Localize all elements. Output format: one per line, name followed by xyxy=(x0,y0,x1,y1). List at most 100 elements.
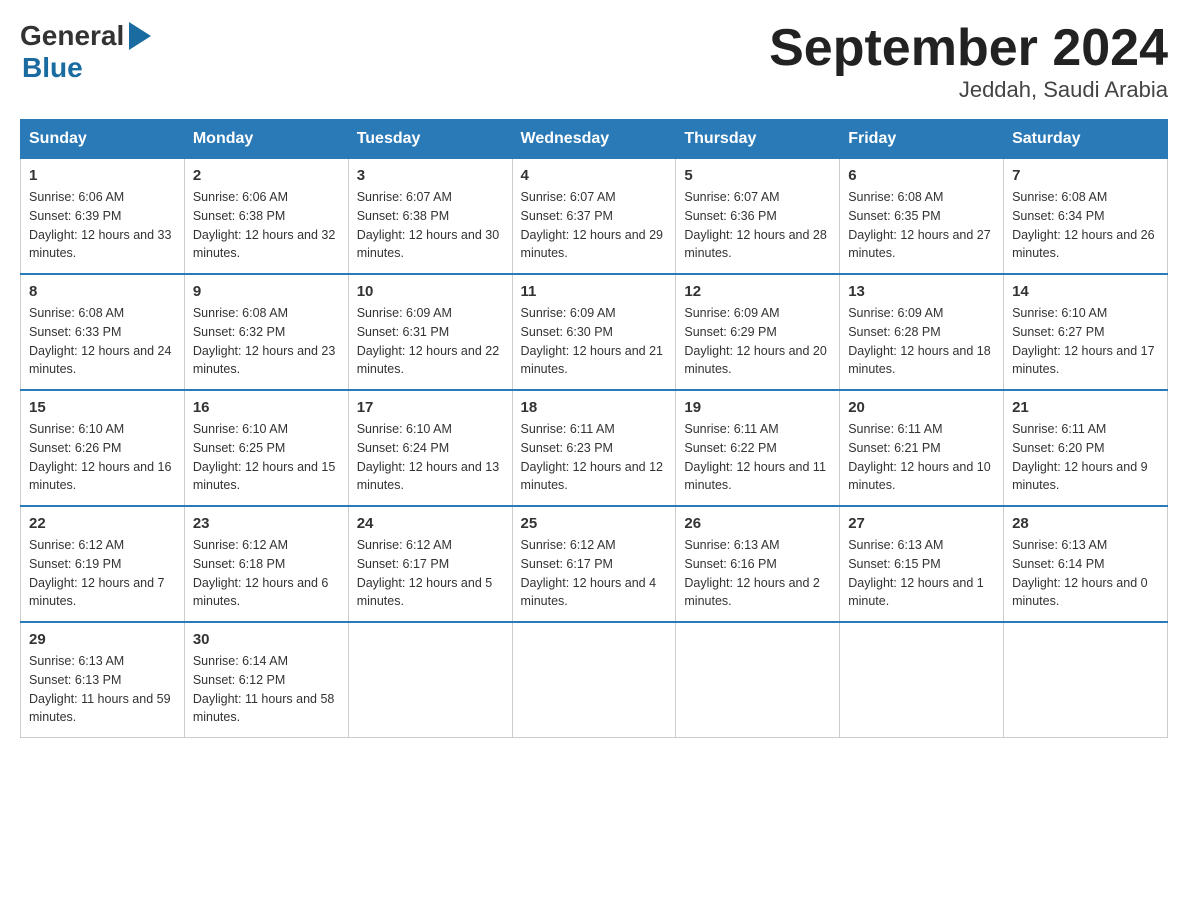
day-cell: 11 Sunrise: 6:09 AMSunset: 6:30 PMDayligh… xyxy=(512,274,676,390)
day-cell: 26 Sunrise: 6:13 AMSunset: 6:16 PMDayligh… xyxy=(676,506,840,622)
column-header-wednesday: Wednesday xyxy=(512,120,676,159)
column-header-thursday: Thursday xyxy=(676,120,840,159)
column-header-saturday: Saturday xyxy=(1004,120,1168,159)
day-info: Sunrise: 6:11 AMSunset: 6:22 PMDaylight:… xyxy=(684,420,831,495)
day-number: 28 xyxy=(1012,515,1159,532)
day-cell: 29 Sunrise: 6:13 AMSunset: 6:13 PMDayligh… xyxy=(21,622,185,738)
day-cell: 21 Sunrise: 6:11 AMSunset: 6:20 PMDayligh… xyxy=(1004,390,1168,506)
day-cell: 27 Sunrise: 6:13 AMSunset: 6:15 PMDayligh… xyxy=(840,506,1004,622)
day-cell xyxy=(512,622,676,738)
day-info: Sunrise: 6:12 AMSunset: 6:17 PMDaylight:… xyxy=(357,536,504,611)
day-cell: 12 Sunrise: 6:09 AMSunset: 6:29 PMDayligh… xyxy=(676,274,840,390)
column-header-friday: Friday xyxy=(840,120,1004,159)
day-number: 21 xyxy=(1012,399,1159,416)
day-number: 14 xyxy=(1012,283,1159,300)
day-info: Sunrise: 6:10 AMSunset: 6:26 PMDaylight:… xyxy=(29,420,176,495)
calendar-header: SundayMondayTuesdayWednesdayThursdayFrid… xyxy=(21,120,1168,159)
day-cell: 18Sunrise: 6:11 AMSunset: 6:23 PMDayligh… xyxy=(512,390,676,506)
day-info: Sunrise: 6:06 AMSunset: 6:38 PMDaylight:… xyxy=(193,188,340,263)
day-cell: 4 Sunrise: 6:07 AMSunset: 6:37 PMDaylight… xyxy=(512,159,676,275)
week-row-3: 15 Sunrise: 6:10 AMSunset: 6:26 PMDayligh… xyxy=(21,390,1168,506)
location: Jeddah, Saudi Arabia xyxy=(769,77,1168,103)
week-row-4: 22Sunrise: 6:12 AMSunset: 6:19 PMDayligh… xyxy=(21,506,1168,622)
day-cell: 13Sunrise: 6:09 AMSunset: 6:28 PMDayligh… xyxy=(840,274,1004,390)
day-cell: 2 Sunrise: 6:06 AMSunset: 6:38 PMDaylight… xyxy=(184,159,348,275)
day-info: Sunrise: 6:13 AMSunset: 6:16 PMDaylight:… xyxy=(684,536,831,611)
header-row: SundayMondayTuesdayWednesdayThursdayFrid… xyxy=(21,120,1168,159)
day-cell: 5 Sunrise: 6:07 AMSunset: 6:36 PMDaylight… xyxy=(676,159,840,275)
day-cell xyxy=(348,622,512,738)
week-row-1: 1Sunrise: 6:06 AMSunset: 6:39 PMDaylight… xyxy=(21,159,1168,275)
logo-flag-icon xyxy=(129,22,151,50)
day-number: 15 xyxy=(29,399,176,416)
day-number: 5 xyxy=(684,167,831,184)
day-info: Sunrise: 6:08 AMSunset: 6:34 PMDaylight:… xyxy=(1012,188,1159,263)
day-number: 24 xyxy=(357,515,504,532)
day-number: 12 xyxy=(684,283,831,300)
day-number: 4 xyxy=(521,167,668,184)
day-cell: 22Sunrise: 6:12 AMSunset: 6:19 PMDayligh… xyxy=(21,506,185,622)
day-info: Sunrise: 6:13 AMSunset: 6:13 PMDaylight:… xyxy=(29,652,176,727)
calendar-body: 1Sunrise: 6:06 AMSunset: 6:39 PMDaylight… xyxy=(21,159,1168,738)
day-number: 3 xyxy=(357,167,504,184)
logo-general-text: General xyxy=(20,20,124,52)
day-info: Sunrise: 6:07 AMSunset: 6:38 PMDaylight:… xyxy=(357,188,504,263)
day-cell xyxy=(676,622,840,738)
day-cell: 7 Sunrise: 6:08 AMSunset: 6:34 PMDaylight… xyxy=(1004,159,1168,275)
day-info: Sunrise: 6:08 AMSunset: 6:35 PMDaylight:… xyxy=(848,188,995,263)
day-cell: 10Sunrise: 6:09 AMSunset: 6:31 PMDayligh… xyxy=(348,274,512,390)
day-info: Sunrise: 6:07 AMSunset: 6:36 PMDaylight:… xyxy=(684,188,831,263)
page-header: General Blue September 2024 Jeddah, Saud… xyxy=(20,20,1168,103)
day-number: 2 xyxy=(193,167,340,184)
day-number: 11 xyxy=(521,283,668,300)
column-header-tuesday: Tuesday xyxy=(348,120,512,159)
day-info: Sunrise: 6:11 AMSunset: 6:20 PMDaylight:… xyxy=(1012,420,1159,495)
day-number: 6 xyxy=(848,167,995,184)
day-number: 8 xyxy=(29,283,176,300)
day-cell xyxy=(1004,622,1168,738)
week-row-2: 8 Sunrise: 6:08 AMSunset: 6:33 PMDaylight… xyxy=(21,274,1168,390)
day-number: 19 xyxy=(684,399,831,416)
calendar-table: SundayMondayTuesdayWednesdayThursdayFrid… xyxy=(20,119,1168,738)
day-number: 10 xyxy=(357,283,504,300)
day-cell: 14 Sunrise: 6:10 AMSunset: 6:27 PMDayligh… xyxy=(1004,274,1168,390)
day-number: 27 xyxy=(848,515,995,532)
day-info: Sunrise: 6:10 AMSunset: 6:27 PMDaylight:… xyxy=(1012,304,1159,379)
day-info: Sunrise: 6:08 AMSunset: 6:32 PMDaylight:… xyxy=(193,304,340,379)
day-cell xyxy=(840,622,1004,738)
day-number: 13 xyxy=(848,283,995,300)
day-info: Sunrise: 6:09 AMSunset: 6:29 PMDaylight:… xyxy=(684,304,831,379)
day-info: Sunrise: 6:10 AMSunset: 6:24 PMDaylight:… xyxy=(357,420,504,495)
logo-blue-text: Blue xyxy=(22,52,83,84)
day-cell: 6 Sunrise: 6:08 AMSunset: 6:35 PMDaylight… xyxy=(840,159,1004,275)
day-cell: 30Sunrise: 6:14 AMSunset: 6:12 PMDayligh… xyxy=(184,622,348,738)
day-number: 22 xyxy=(29,515,176,532)
day-info: Sunrise: 6:08 AMSunset: 6:33 PMDaylight:… xyxy=(29,304,176,379)
day-number: 30 xyxy=(193,631,340,648)
day-number: 20 xyxy=(848,399,995,416)
day-info: Sunrise: 6:07 AMSunset: 6:37 PMDaylight:… xyxy=(521,188,668,263)
day-number: 26 xyxy=(684,515,831,532)
day-cell: 15 Sunrise: 6:10 AMSunset: 6:26 PMDayligh… xyxy=(21,390,185,506)
column-header-monday: Monday xyxy=(184,120,348,159)
day-cell: 1Sunrise: 6:06 AMSunset: 6:39 PMDaylight… xyxy=(21,159,185,275)
day-info: Sunrise: 6:09 AMSunset: 6:30 PMDaylight:… xyxy=(521,304,668,379)
day-info: Sunrise: 6:12 AMSunset: 6:17 PMDaylight:… xyxy=(521,536,668,611)
day-cell: 9Sunrise: 6:08 AMSunset: 6:32 PMDaylight… xyxy=(184,274,348,390)
day-info: Sunrise: 6:12 AMSunset: 6:18 PMDaylight:… xyxy=(193,536,340,611)
day-cell: 20Sunrise: 6:11 AMSunset: 6:21 PMDayligh… xyxy=(840,390,1004,506)
day-info: Sunrise: 6:13 AMSunset: 6:15 PMDaylight:… xyxy=(848,536,995,611)
day-cell: 3 Sunrise: 6:07 AMSunset: 6:38 PMDaylight… xyxy=(348,159,512,275)
day-number: 17 xyxy=(357,399,504,416)
day-number: 7 xyxy=(1012,167,1159,184)
day-number: 23 xyxy=(193,515,340,532)
day-cell: 8 Sunrise: 6:08 AMSunset: 6:33 PMDaylight… xyxy=(21,274,185,390)
day-cell: 25Sunrise: 6:12 AMSunset: 6:17 PMDayligh… xyxy=(512,506,676,622)
title-area: September 2024 Jeddah, Saudi Arabia xyxy=(769,20,1168,103)
day-info: Sunrise: 6:13 AMSunset: 6:14 PMDaylight:… xyxy=(1012,536,1159,611)
day-cell: 28 Sunrise: 6:13 AMSunset: 6:14 PMDayligh… xyxy=(1004,506,1168,622)
day-cell: 16Sunrise: 6:10 AMSunset: 6:25 PMDayligh… xyxy=(184,390,348,506)
day-cell: 19 Sunrise: 6:11 AMSunset: 6:22 PMDayligh… xyxy=(676,390,840,506)
day-number: 16 xyxy=(193,399,340,416)
day-number: 29 xyxy=(29,631,176,648)
